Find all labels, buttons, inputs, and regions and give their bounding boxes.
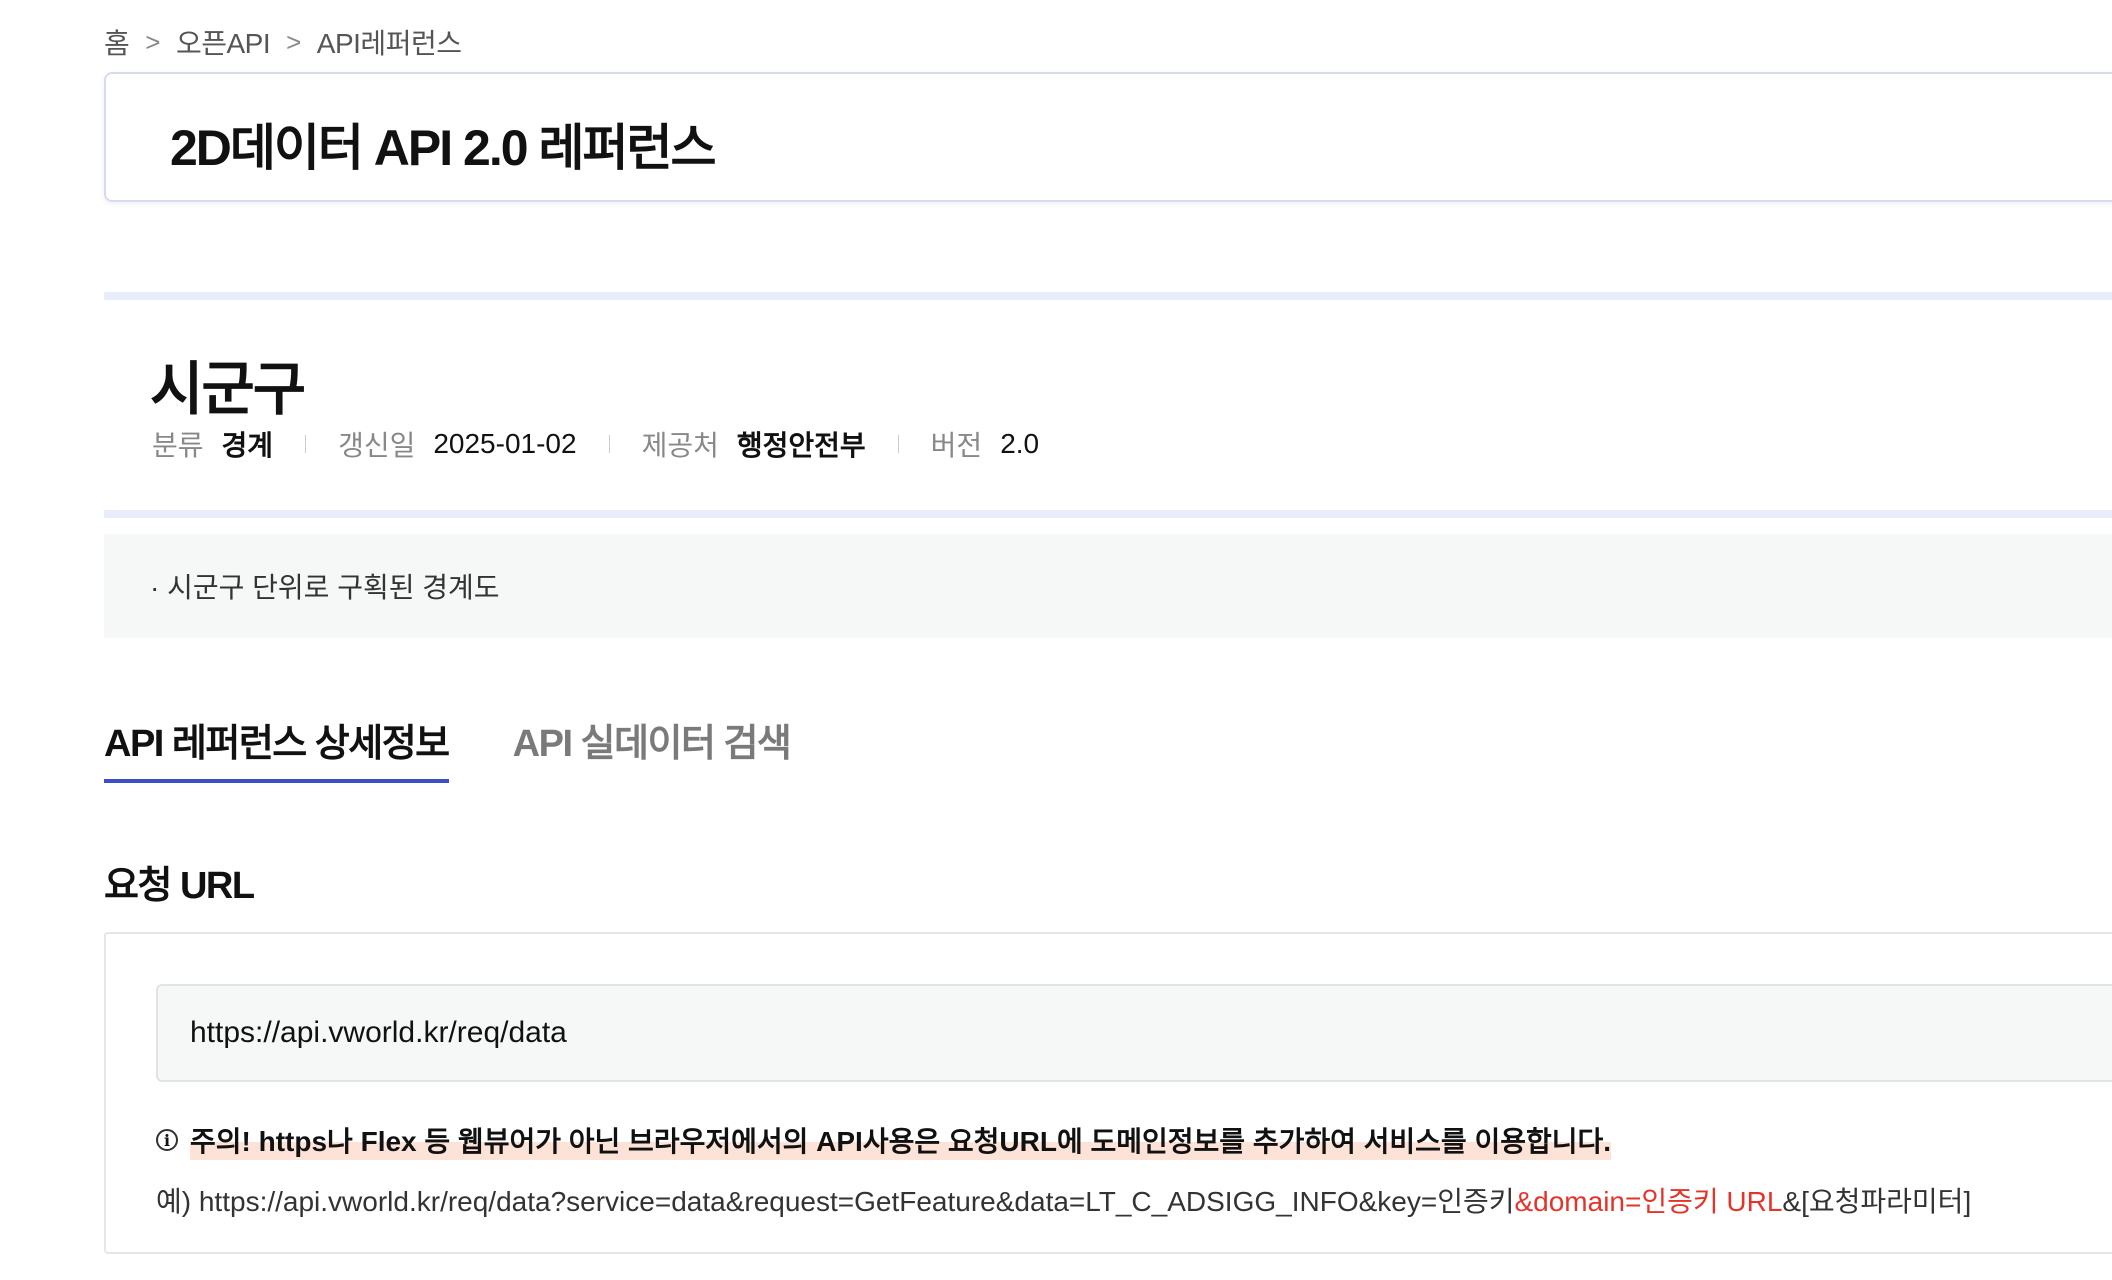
breadcrumb-api-reference[interactable]: API레퍼런스 <box>317 22 462 62</box>
example-url-domain-param: &domain=인증키 URL <box>1514 1186 1783 1217</box>
example-url-suffix: &[요청파라미터] <box>1782 1186 1972 1217</box>
meta-divider <box>897 435 899 453</box>
chevron-right-icon: > <box>286 26 301 57</box>
section-top-divider <box>104 292 2112 300</box>
section-meta: 분류 경계 갱신일 2025-01-02 제공처 행정안전부 버전 2.0 <box>152 424 1039 464</box>
notice-text: 주의! https나 Flex 등 웹뷰어가 아닌 브라우저에서의 API사용은… <box>190 1120 1612 1160</box>
meta-label-version: 버전 <box>930 430 983 461</box>
notice: i 주의! https나 Flex 등 웹뷰어가 아닌 브라우저에서의 API사… <box>156 1120 1612 1160</box>
description-box: · 시군구 단위로 구획된 경계도 <box>104 534 2112 638</box>
meta-value-version: 2.0 <box>1000 428 1040 459</box>
meta-label-category: 분류 <box>152 430 204 461</box>
section-bottom-divider <box>104 510 2112 518</box>
meta-value-provider: 행정안전부 <box>736 430 866 461</box>
chevron-right-icon: > <box>145 26 160 57</box>
meta-value-updated: 2025-01-02 <box>433 428 577 459</box>
request-url-field[interactable]: https://api.vworld.kr/req/data <box>156 984 2112 1082</box>
meta-label-updated: 갱신일 <box>338 430 416 461</box>
tab-api-data-search[interactable]: API 실데이터 검색 <box>513 712 792 783</box>
meta-label-provider: 제공처 <box>641 430 719 461</box>
meta-divider <box>305 435 307 453</box>
info-icon: i <box>156 1129 178 1151</box>
example-url: 예) https://api.vworld.kr/req/data?servic… <box>156 1180 1971 1220</box>
request-url-card: https://api.vworld.kr/req/data i 주의! htt… <box>104 932 2112 1254</box>
example-url-prefix: 예) https://api.vworld.kr/req/data?servic… <box>156 1186 1515 1217</box>
page-title: 2D데이터 API 2.0 레퍼런스 <box>170 120 716 176</box>
tab-bar: API 레퍼런스 상세정보 API 실데이터 검색 <box>104 712 854 783</box>
breadcrumb-home[interactable]: 홈 <box>104 22 130 62</box>
tab-api-reference-detail[interactable]: API 레퍼런스 상세정보 <box>104 712 450 783</box>
breadcrumb-open-api[interactable]: 오픈API <box>176 22 271 62</box>
page-title-card: 2D데이터 API 2.0 레퍼런스 <box>104 72 2112 202</box>
request-url-heading: 요청 URL <box>104 865 255 907</box>
breadcrumb: 홈 > 오픈API > API레퍼런스 <box>104 22 462 62</box>
section-title: 시군구 <box>150 357 306 422</box>
meta-divider <box>608 435 610 453</box>
meta-value-category: 경계 <box>221 430 274 461</box>
description-text: · 시군구 단위로 구획된 경계도 <box>150 572 500 603</box>
